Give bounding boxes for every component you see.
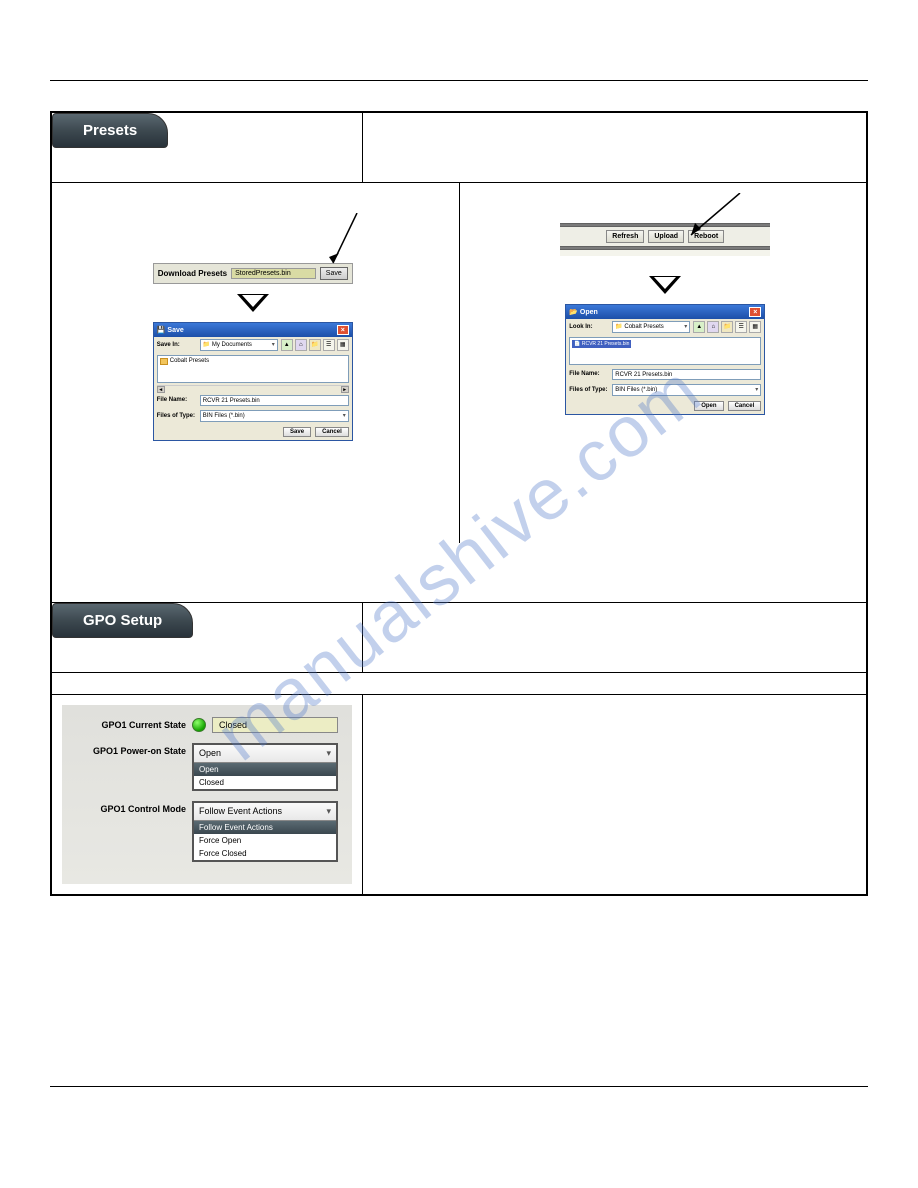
gpo-panel: GPO1 Current State Closed GPO1 Power-on … [62,705,352,884]
open-filename-input[interactable]: RCVR 21 Presets.bin [612,369,761,380]
gpo1-poweron-label: GPO1 Power-on State [76,743,186,756]
chevron-down-icon: ▾ [343,412,346,419]
close-icon[interactable]: × [337,325,349,335]
save-dialog-title: 💾 Save [157,326,184,334]
look-in-label: Look In: [569,324,609,330]
download-filename-field[interactable]: StoredPresets.bin [231,268,316,279]
gpo1-control-label: GPO1 Control Mode [76,801,186,814]
gpo1-current-state-value: Closed [212,717,338,733]
selected-file-item[interactable]: 📄 RCVR 21 Presets.bin [572,340,631,348]
open-filename-label: File Name: [569,371,609,377]
control-option-force-open[interactable]: Force Open [194,834,336,847]
chevron-down-icon: ▾ [684,323,687,330]
chevron-down-icon: ▾ [326,748,331,759]
control-option-force-closed[interactable]: Force Closed [194,847,336,860]
save-dialog-cancel-button[interactable]: Cancel [315,427,349,437]
download-presets-label: Download Presets [158,269,227,278]
details-view-icon[interactable]: ▦ [337,339,349,351]
open-filetype-combo[interactable]: BIN Files (*.bin) ▾ [612,384,761,396]
save-in-combo[interactable]: 📁 My Documents ▾ [200,339,278,351]
save-in-label: Save In: [157,342,197,348]
save-dialog: 💾 Save × Save In: 📁 My Documents ▾ ▲ [153,322,353,441]
reboot-button[interactable]: Reboot [688,230,724,243]
home-icon[interactable]: ⌂ [295,339,307,351]
up-folder-icon[interactable]: ▲ [693,321,705,333]
open-filetype-label: Files of Type: [569,387,609,393]
download-save-button[interactable]: Save [320,267,348,280]
look-in-combo[interactable]: 📁 Cobalt Presets ▾ [612,321,690,333]
chevron-down-icon: ▾ [326,806,331,817]
upload-button[interactable]: Upload [648,230,684,243]
save-file-list[interactable]: Cobalt Presets [157,355,349,383]
gpo1-current-state-label: GPO1 Current State [76,717,186,730]
gpo1-control-select[interactable]: Follow Event Actions ▾ Follow Event Acti… [192,801,338,862]
open-file-list[interactable]: 📄 RCVR 21 Presets.bin [569,337,761,365]
list-view-icon[interactable]: ☰ [735,321,747,333]
gpo-setup-tab[interactable]: GPO Setup [52,603,193,638]
gpo1-poweron-select[interactable]: Open ▾ Open Closed [192,743,338,791]
filetype-combo[interactable]: BIN Files (*.bin) ▾ [200,410,349,422]
refresh-button[interactable]: Refresh [606,230,644,243]
up-folder-icon[interactable]: ▲ [281,339,293,351]
new-folder-icon[interactable]: 📁 [309,339,321,351]
chevron-down-icon: ▾ [272,341,275,348]
presets-tab[interactable]: Presets [52,113,168,148]
save-scrollbar[interactable]: ◄► [157,385,349,393]
filename-label: File Name: [157,397,197,403]
close-icon[interactable]: × [749,307,761,317]
status-led-icon [192,718,206,732]
filename-input[interactable]: RCVR 21 Presets.bin [200,395,349,406]
down-arrow-icon [649,276,681,294]
content-table: Presets Download Presets StoredPresets.b… [50,111,868,896]
open-dialog-open-button[interactable]: Open [694,401,723,411]
filetype-label: Files of Type: [157,413,197,419]
poweron-option-closed[interactable]: Closed [194,776,336,789]
remote-toolbar: Refresh Upload Reboot [560,223,770,256]
new-folder-icon[interactable]: 📁 [721,321,733,333]
down-arrow-icon [237,294,269,312]
details-view-icon[interactable]: ▦ [749,321,761,333]
download-presets-bar: Download Presets StoredPresets.bin Save [153,263,353,284]
folder-icon [160,358,168,365]
poweron-option-open[interactable]: Open [194,763,336,776]
save-dialog-save-button[interactable]: Save [283,427,311,437]
list-view-icon[interactable]: ☰ [323,339,335,351]
home-icon[interactable]: ⌂ [707,321,719,333]
control-option-follow[interactable]: Follow Event Actions [194,821,336,834]
open-dialog-cancel-button[interactable]: Cancel [728,401,762,411]
chevron-down-icon: ▾ [755,386,758,393]
open-dialog-title: 📂 Open [569,308,598,316]
open-dialog: 📂 Open × Look In: 📁 Cobalt Presets ▾ ▲ [565,304,765,415]
